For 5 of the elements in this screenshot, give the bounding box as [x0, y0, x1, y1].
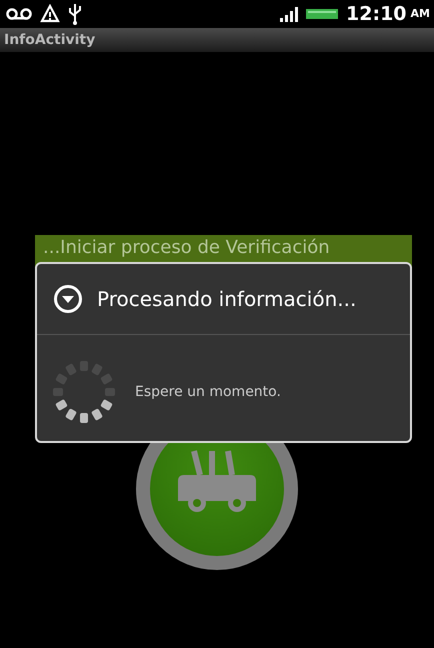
clock-time: 12:10	[346, 4, 407, 24]
dialog-title: Procesando información...	[97, 286, 356, 313]
dialog-message: Espere un momento.	[135, 382, 281, 402]
clock-meridiem: AM	[410, 6, 430, 22]
title-bar: InfoActivity	[0, 28, 434, 52]
